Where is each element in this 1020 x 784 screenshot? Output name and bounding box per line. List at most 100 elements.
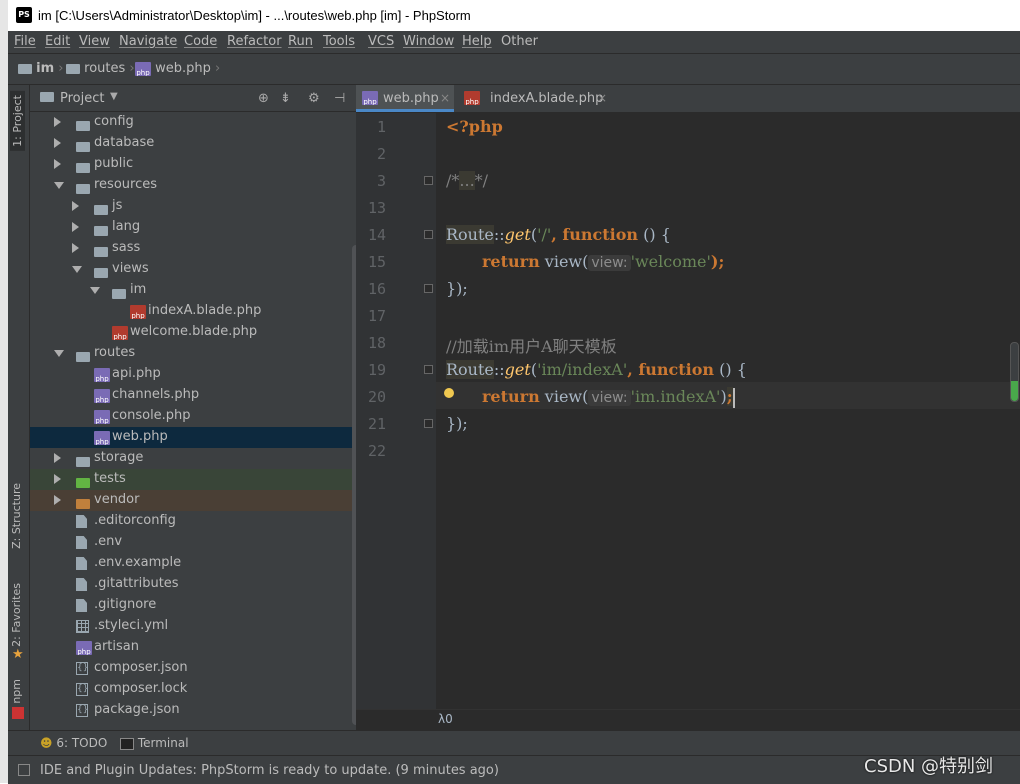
breadcrumb-routes[interactable]: routes › [66,61,135,76]
left-tool-strip: 1: Project Z: Structure 2: Favorites ★ n… [8,85,30,730]
dropdown-arrow-icon[interactable]: ▼ [110,91,118,102]
tree-item-env[interactable]: .env [30,532,352,553]
menu-edit[interactable]: Edit [45,34,70,49]
tree-item-label: config [94,114,134,129]
fold-collapse-icon[interactable] [424,230,433,239]
tree-item-package-json[interactable]: {} package.json [30,700,352,721]
tree-item-styleci-yml[interactable]: .styleci.yml [30,616,352,637]
gear-icon[interactable]: ⚙ [308,91,320,106]
tree-item-js[interactable]: js [30,196,352,217]
lightbulb-icon[interactable] [444,388,454,398]
tree-item-editorconfig[interactable]: .editorconfig [30,511,352,532]
menu-tools[interactable]: Tools [323,34,355,49]
folder-icon [18,63,32,74]
terminal-tool-button[interactable]: Terminal [120,736,189,750]
tree-item-storage[interactable]: storage [30,448,352,469]
npm-tool-tab[interactable]: npm [10,679,23,704]
menu-help[interactable]: Help [462,34,492,49]
terminal-label: Terminal [137,736,189,750]
code-token: '/' [537,225,552,244]
status-toggle-icon[interactable] [18,764,30,776]
collapse-arrow-icon[interactable] [72,222,79,232]
menu-code[interactable]: Code [184,34,217,49]
collapse-arrow-icon[interactable] [54,138,61,148]
tree-item-label: views [112,261,149,276]
line-number: 20 [367,388,386,406]
tab-indexa-blade[interactable]: php indexA.blade.php × [456,85,608,112]
project-view-selector[interactable]: Project [60,91,104,106]
fold-expand-icon[interactable] [424,176,433,185]
tree-item-env-example[interactable]: .env.example [30,553,352,574]
tree-item-api-php[interactable]: php api.php [30,364,352,385]
folder-icon [66,63,80,74]
tree-item-lang[interactable]: lang [30,217,352,238]
tree-item-sass[interactable]: sass [30,238,352,259]
hide-icon[interactable]: ⊣ [334,91,345,106]
tree-item-composer-lock[interactable]: {} composer.lock [30,679,352,700]
fold-end-icon[interactable] [424,419,433,428]
menu-file[interactable]: File [14,34,36,49]
close-icon[interactable]: × [440,91,450,105]
folder-icon [94,223,108,238]
collapse-arrow-icon[interactable] [72,201,79,211]
php-file-icon: php [362,91,378,105]
code-line: 17 [356,302,1020,329]
collapse-icon[interactable]: ⇟ [280,91,291,106]
collapse-arrow-icon[interactable] [54,159,61,169]
breadcrumb-web-php[interactable]: php web.php › [135,61,220,76]
tree-item-welcome-blade-php[interactable]: php welcome.blade.php [30,322,352,343]
tree-item-views[interactable]: views [30,259,352,280]
tree-item-channels-php[interactable]: php channels.php [30,385,352,406]
project-panel-header: Project ▼ ⊕ ⇟ ⚙ ⊣ [30,85,363,112]
collapse-arrow-icon[interactable] [54,495,61,505]
menu-navigate[interactable]: Navigate [119,34,177,49]
expand-arrow-icon[interactable] [54,182,64,189]
menu-run[interactable]: Run [288,34,313,49]
close-icon[interactable]: × [597,91,607,105]
expand-arrow-icon[interactable] [72,266,82,273]
tree-item-web-php[interactable]: php web.php [30,427,352,448]
tree-item-artisan[interactable]: php artisan [30,637,352,658]
tree-item-tests[interactable]: tests [30,469,352,490]
tree-item-gitignore[interactable]: .gitignore [30,595,352,616]
expand-arrow-icon[interactable] [54,350,64,357]
favorites-tool-tab[interactable]: 2: Favorites [10,583,23,647]
menu-other[interactable]: Other [501,34,538,49]
expand-arrow-icon[interactable] [90,287,100,294]
project-tool-tab[interactable]: 1: Project [10,91,25,151]
tab-web-php[interactable]: php web.php × [356,85,454,112]
tree-item-gitattributes[interactable]: .gitattributes [30,574,352,595]
menu-refactor[interactable]: Refactor [227,34,282,49]
tree-item-resources[interactable]: resources [30,175,352,196]
tree-item-composer-json[interactable]: {} composer.json [30,658,352,679]
fold-end-icon[interactable] [424,284,433,293]
collapse-arrow-icon[interactable] [54,474,61,484]
tree-item-vendor[interactable]: vendor [30,490,352,511]
collapse-arrow-icon[interactable] [72,243,79,253]
tree-item-label: console.php [112,408,191,423]
editor-context-label[interactable]: λ0 [438,712,453,726]
tree-item-config[interactable]: config [30,112,352,133]
todo-tool-button[interactable]: ☻ 6: TODO [40,736,107,750]
tree-item-public[interactable]: public [30,154,352,175]
php-file-icon: php [94,388,110,403]
breadcrumb-im[interactable]: im › [18,61,64,76]
tree-item-im[interactable]: im [30,280,352,301]
tree-item-indexa-blade-php[interactable]: php indexA.blade.php [30,301,352,322]
fold-collapse-icon[interactable] [424,365,433,374]
locate-icon[interactable]: ⊕ [258,91,269,106]
collapse-arrow-icon[interactable] [54,453,61,463]
line-number: 15 [367,253,386,271]
collapse-arrow-icon[interactable] [54,117,61,127]
menu-view[interactable]: View [79,34,110,49]
tree-item-console-php[interactable]: php console.php [30,406,352,427]
structure-tool-tab[interactable]: Z: Structure [10,483,23,549]
menu-vcs[interactable]: VCS [368,34,394,49]
status-message[interactable]: IDE and Plugin Updates: PhpStorm is read… [40,763,499,778]
code-token: 'im/indexA' [537,360,628,379]
tree-item-routes[interactable]: routes [30,343,352,364]
folded-comment[interactable]: ... [459,171,475,190]
editor-scrollbar[interactable] [1010,342,1019,402]
tree-item-database[interactable]: database [30,133,352,154]
menu-window[interactable]: Window [403,34,454,49]
